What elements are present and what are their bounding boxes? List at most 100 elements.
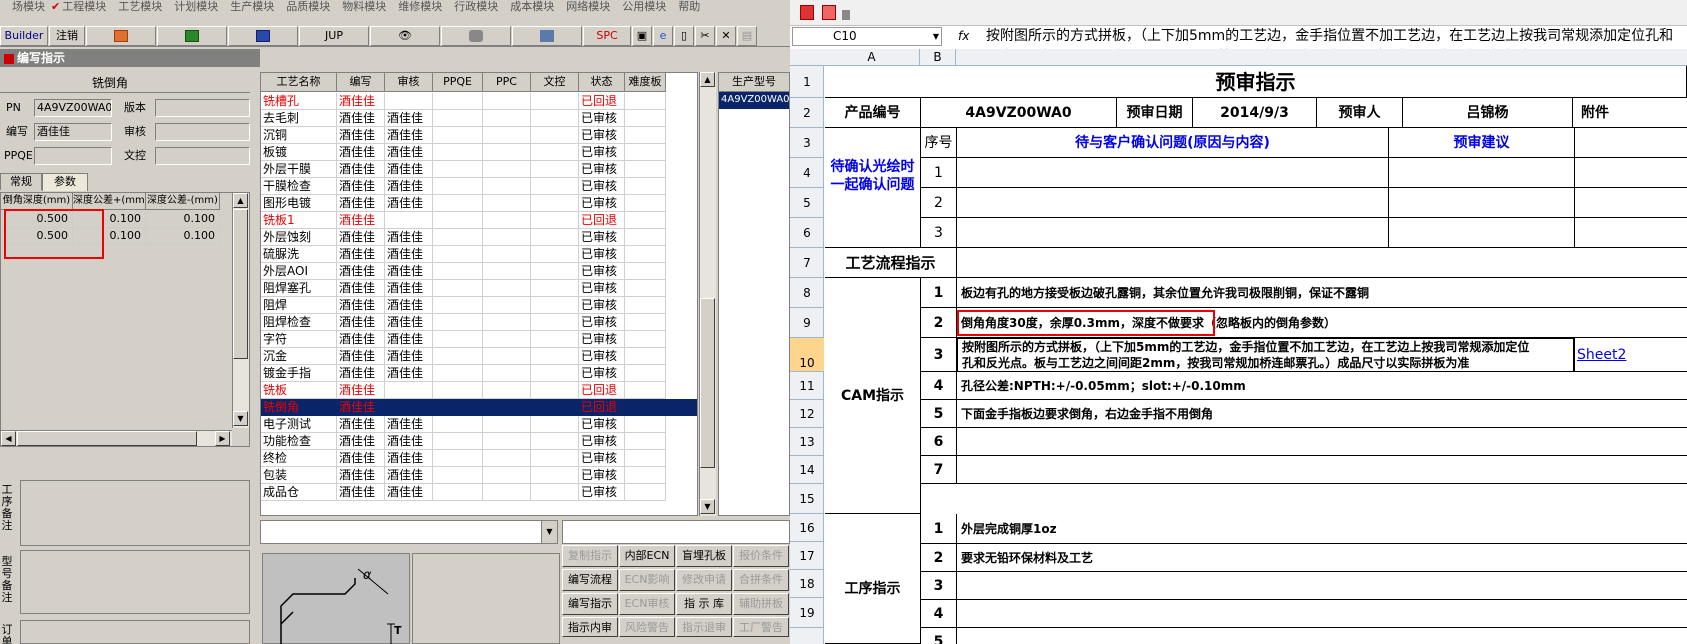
suggest-cell[interactable]	[1389, 218, 1575, 248]
menu-item[interactable]: 品质模块	[274, 0, 330, 14]
sheet-cell[interactable]	[1575, 372, 1687, 400]
sheet-cell[interactable]	[1575, 456, 1687, 484]
column-header-b[interactable]: B	[920, 49, 956, 66]
sheet-cell[interactable]	[1575, 544, 1687, 572]
scroll-down-icon[interactable]: ▼	[700, 499, 715, 514]
row-header[interactable]: 19	[790, 598, 824, 628]
sheet-cell[interactable]	[1575, 514, 1687, 544]
action-button[interactable]: 复制指示	[562, 545, 618, 567]
process-memo[interactable]	[20, 480, 250, 546]
cam-number[interactable]: 7	[921, 456, 957, 484]
process-header[interactable]: 审核	[385, 73, 433, 92]
sheet-cell[interactable]	[1575, 600, 1687, 628]
product-type-item[interactable]: 4A9VZ00WA0	[719, 92, 790, 109]
confirm-label[interactable]: 待确认光绘时 一起确认问题	[825, 128, 921, 248]
table-row[interactable]: 铣倒角 酒佳佳 已回退	[261, 399, 697, 416]
chevron-down-icon[interactable]: ▼	[541, 521, 557, 543]
action-button[interactable]: 工厂警告	[733, 617, 789, 637]
table-row[interactable]: 铣板1 酒佳佳 已回退	[261, 212, 697, 229]
table-row[interactable]: 外层蚀刻 酒佳佳 酒佳佳 已审核	[261, 229, 697, 246]
issue-cell[interactable]	[957, 188, 1389, 218]
menu-item[interactable]: 场模块	[0, 0, 45, 14]
sheet-cell[interactable]	[1575, 628, 1687, 644]
row-header[interactable]: 16	[790, 514, 824, 542]
chevron-down-icon[interactable]: ▼	[933, 28, 939, 45]
reviewer-value[interactable]: 吕锦杨	[1403, 98, 1573, 128]
table-row[interactable]: 电子测试 酒佳佳 酒佳佳 已审核	[261, 416, 697, 433]
scroll-thumb[interactable]	[700, 298, 715, 468]
row-header[interactable]: 9	[790, 308, 824, 338]
row-header[interactable]: 13	[790, 428, 824, 456]
proc-number[interactable]: 1	[921, 514, 957, 544]
scroll-right-icon[interactable]: ▶	[215, 431, 230, 446]
date-label[interactable]: 预审日期	[1117, 98, 1193, 128]
action-button[interactable]: 报价条件	[733, 545, 789, 567]
reviewer-label[interactable]: 预审人	[1317, 98, 1403, 128]
proc-number[interactable]: 3	[921, 572, 957, 600]
menu-item[interactable]: 网络模块	[554, 0, 610, 14]
view-button[interactable]: 👁	[370, 26, 440, 46]
cam-number[interactable]: 3	[921, 338, 957, 372]
table-row[interactable]: 沉金 酒佳佳 酒佳佳 已审核	[261, 348, 697, 365]
table-row[interactable]: 铣槽孔 酒佳佳 已回退	[261, 93, 697, 110]
seq-label[interactable]: 序号	[921, 128, 957, 158]
new-button[interactable]: ▯	[674, 26, 694, 46]
row-header[interactable]: 1	[790, 66, 824, 98]
table-row[interactable]: 图形电镀 酒佳佳 酒佳佳 已审核	[261, 195, 697, 212]
process-combo[interactable]: ▼	[260, 520, 558, 544]
review-field[interactable]	[155, 123, 250, 141]
table-row[interactable]: 干膜检查 酒佳佳 酒佳佳 已审核	[261, 178, 697, 195]
row-header[interactable]: 11	[790, 372, 824, 400]
proc-instruction[interactable]	[957, 628, 1575, 644]
row-header[interactable]: 6	[790, 218, 824, 248]
menu-item[interactable]: 帮助	[666, 0, 700, 14]
proc-number[interactable]: 5	[921, 628, 957, 644]
action-button[interactable]: 指 示 库	[676, 593, 732, 615]
cube-button[interactable]: ▣	[632, 26, 652, 46]
sheet-title[interactable]: 预审指示	[825, 66, 1687, 98]
row-header[interactable]: 10	[790, 338, 824, 372]
action-button[interactable]: 指示内审	[562, 617, 618, 637]
control-field[interactable]	[155, 147, 250, 165]
proc-number[interactable]: 2	[921, 544, 957, 572]
action-button[interactable]: 合拼条件	[733, 569, 789, 591]
proc-number[interactable]: 4	[921, 600, 957, 628]
table-row[interactable]: 终检 酒佳佳 酒佳佳 已审核	[261, 450, 697, 467]
issue-cell[interactable]	[957, 218, 1389, 248]
proc-label[interactable]: 工序指示	[825, 514, 921, 644]
product-no-label[interactable]: 产品编号	[825, 98, 921, 128]
pdf-icon[interactable]	[800, 5, 814, 20]
computer-button[interactable]	[512, 26, 582, 46]
table-row[interactable]: 包装 酒佳佳 酒佳佳 已审核	[261, 467, 697, 484]
seq-number[interactable]: 2	[921, 188, 957, 218]
table-row[interactable]: 成品仓 酒佳佳 酒佳佳 已审核	[261, 484, 697, 501]
menu-item[interactable]: 物料模块	[330, 0, 386, 14]
table-row[interactable]: 外层AOI 酒佳佳 酒佳佳 已审核	[261, 263, 697, 280]
process-header[interactable]: 工艺名称	[261, 73, 337, 92]
save-button[interactable]: ▤	[737, 26, 757, 46]
name-box[interactable]: C10 ▼	[792, 27, 942, 46]
table-row[interactable]: 板镀 酒佳佳 酒佳佳 已审核	[261, 144, 697, 161]
jup-button[interactable]: JUP	[299, 26, 369, 46]
database-button[interactable]	[441, 26, 511, 46]
table-row[interactable]: 字符 酒佳佳 酒佳佳 已审核	[261, 331, 697, 348]
cam-instruction[interactable]	[957, 428, 1575, 456]
menu-item[interactable]: 维修模块	[386, 0, 442, 14]
cam-label[interactable]: CAM指示	[825, 278, 921, 514]
pn-field[interactable]: 4A9VZ00WA0	[34, 99, 112, 117]
ppqe-field[interactable]	[34, 147, 112, 165]
process-header[interactable]: 难度板	[625, 73, 666, 92]
ie-button[interactable]: e	[653, 26, 673, 46]
sheet-cell[interactable]	[1575, 308, 1687, 338]
date-value[interactable]: 2014/9/3	[1193, 98, 1317, 128]
scroll-up-icon[interactable]: ▲	[700, 72, 715, 87]
scroll-up-icon[interactable]: ▲	[233, 193, 248, 208]
cam-instruction[interactable]	[957, 456, 1575, 484]
cam-instruction[interactable]: 按附图所示的方式拼板，（上下加5mm的工艺边，金手指位置不加工艺边，在工艺边上按…	[957, 338, 1575, 372]
excel-export-button[interactable]	[157, 26, 227, 46]
process-header[interactable]: PPC	[483, 73, 531, 92]
table-row[interactable]: 镀金手指 酒佳佳 酒佳佳 已审核	[261, 365, 697, 382]
process-header[interactable]: 状态	[579, 73, 625, 92]
cam-number[interactable]: 4	[921, 372, 957, 400]
table-row[interactable]: 铣板 酒佳佳 已回退	[261, 382, 697, 399]
